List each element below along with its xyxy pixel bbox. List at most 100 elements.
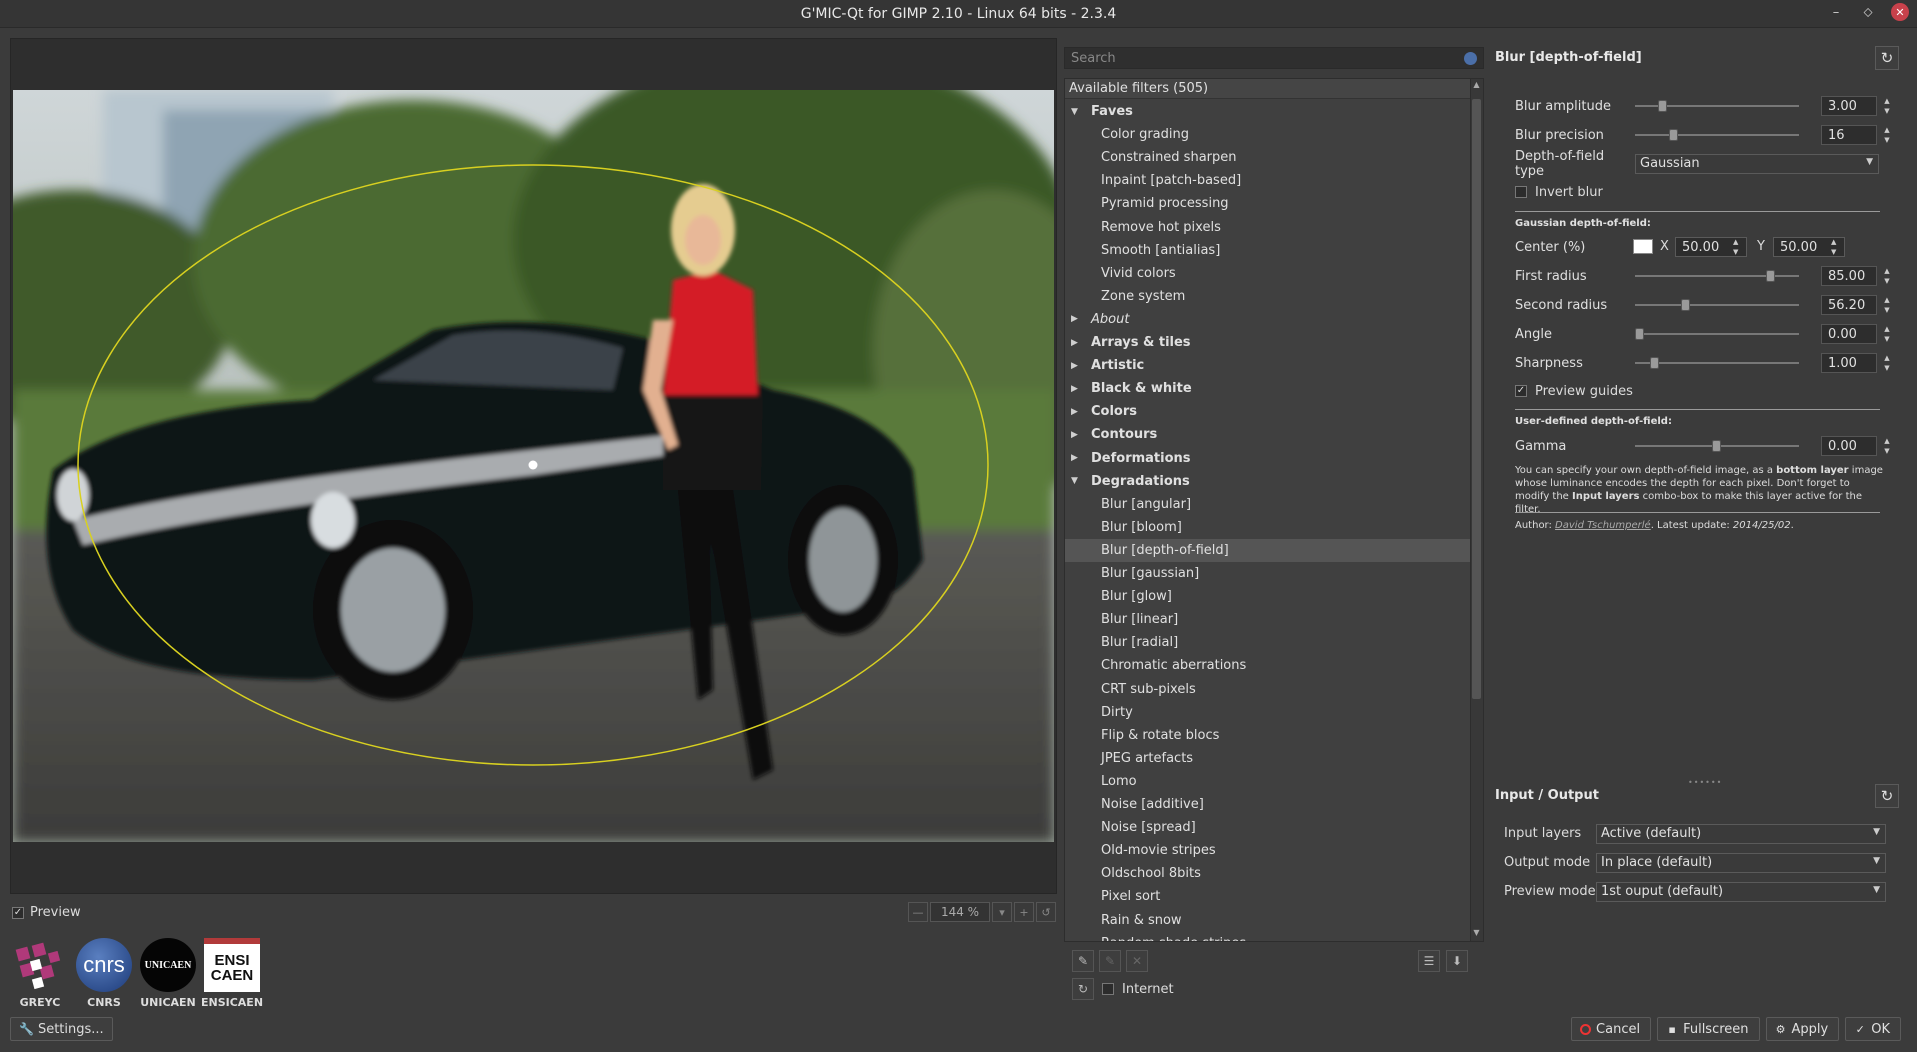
settings-button[interactable]: 🔧 Settings... (10, 1017, 113, 1041)
sharpness-slider[interactable] (1635, 355, 1799, 371)
first-radius-slider[interactable] (1635, 268, 1799, 284)
filter-item[interactable]: Blur [linear] (1065, 608, 1470, 631)
filter-category[interactable]: ▶ Artistic (1065, 354, 1470, 377)
filter-item[interactable]: Blur [depth-of-field] (1065, 538, 1470, 562)
filter-item[interactable]: Noise [spread] (1065, 816, 1470, 839)
blur-amplitude-slider[interactable] (1635, 98, 1799, 114)
collapsed-arrow-icon[interactable]: ▶ (1071, 361, 1083, 371)
filter-item[interactable]: Blur [radial] (1065, 631, 1470, 654)
filter-item[interactable]: Zone system (1065, 285, 1470, 308)
collapsed-arrow-icon[interactable]: ▶ (1071, 430, 1083, 440)
spin-arrows-icon[interactable]: ▲ ▼ (1881, 96, 1893, 116)
spin-arrows-icon[interactable]: ▲ ▼ (1831, 237, 1836, 257)
gamma-spinbox[interactable]: 0.00 (1821, 436, 1877, 456)
reset-params-icon[interactable]: ↻ (1875, 46, 1899, 70)
filter-item[interactable]: JPEG artefacts (1065, 747, 1470, 770)
filter-category[interactable]: ▼ Faves (1065, 100, 1470, 123)
toggle-visibility-button[interactable]: ☰ (1418, 950, 1440, 972)
collapsed-arrow-icon[interactable]: ▶ (1071, 314, 1083, 324)
remove-fave-button[interactable]: ✕ (1126, 950, 1148, 972)
expand-collapse-icon[interactable]: ⬇ (1446, 950, 1468, 972)
internet-checkbox[interactable] (1102, 983, 1114, 995)
scrollbar-thumb[interactable] (1472, 99, 1481, 699)
search-input[interactable]: Search (1064, 47, 1484, 69)
preview-toggle[interactable]: ✓ Preview (12, 905, 81, 920)
filter-item[interactable]: Pixel sort (1065, 885, 1470, 908)
spin-arrows-icon[interactable]: ▲ ▼ (1733, 237, 1738, 257)
minimize-icon[interactable]: – (1827, 3, 1845, 21)
filter-item[interactable]: Inpaint [patch-based] (1065, 169, 1470, 192)
filter-category[interactable]: ▶ Arrays & tiles (1065, 331, 1470, 354)
filter-item[interactable]: Color grading (1065, 123, 1470, 146)
filter-category[interactable]: ▶ Deformations (1065, 447, 1470, 470)
blur-precision-slider[interactable] (1635, 127, 1799, 143)
filter-category[interactable]: ▶ Contours (1065, 423, 1470, 446)
filter-item[interactable]: Oldschool 8bits (1065, 862, 1470, 885)
filter-item[interactable]: Rain & snow (1065, 909, 1470, 932)
filter-item[interactable]: Noise [additive] (1065, 793, 1470, 816)
apply-button[interactable]: ⚙ Apply (1765, 1017, 1840, 1041)
filter-item[interactable]: Blur [angular] (1065, 493, 1470, 516)
preview-area[interactable] (10, 38, 1057, 894)
filter-item[interactable]: Blur [glow] (1065, 585, 1470, 608)
angle-spinbox[interactable]: 0.00 (1821, 324, 1877, 344)
filter-item[interactable]: Blur [gaussian] (1065, 562, 1470, 585)
reset-io-icon[interactable]: ↻ (1875, 784, 1899, 808)
filter-tree[interactable]: Available filters (505) ▼ Faves Color grad… (1064, 78, 1484, 942)
blur-amplitude-spinbox[interactable]: 3.00 (1821, 96, 1877, 116)
output-mode-select[interactable]: In place (default) ▼ (1596, 853, 1886, 873)
filter-item[interactable]: Vivid colors (1065, 262, 1470, 285)
filter-item[interactable]: Old-movie stripes (1065, 839, 1470, 862)
zoom-fit-button[interactable]: — (908, 902, 928, 922)
filter-category[interactable]: ▶ Colors (1065, 400, 1470, 423)
filter-item[interactable]: Smooth [antialias] (1065, 239, 1470, 262)
fullscreen-button[interactable]: ▪ Fullscreen (1657, 1017, 1760, 1041)
expanded-arrow-icon[interactable]: ▼ (1071, 476, 1083, 486)
zoom-reset-button[interactable]: ↺ (1036, 902, 1056, 922)
filter-item[interactable]: Dirty (1065, 701, 1470, 724)
refresh-icon[interactable]: ↻ (1072, 978, 1094, 1000)
sharpness-spinbox[interactable]: 1.00 (1821, 353, 1877, 373)
collapsed-arrow-icon[interactable]: ▶ (1071, 384, 1083, 394)
filter-tree-scrollbar[interactable]: ▲ ▼ (1470, 79, 1483, 941)
filter-category[interactable]: ▶ Black & white (1065, 377, 1470, 400)
first-radius-spinbox[interactable]: 85.00 (1821, 266, 1877, 286)
blur-precision-spinbox[interactable]: 16 (1821, 125, 1877, 145)
scroll-up-icon[interactable]: ▲ (1471, 80, 1482, 92)
add-fave-button[interactable]: ✎ (1072, 950, 1094, 972)
gamma-slider[interactable] (1635, 438, 1799, 454)
zoom-dropdown-icon[interactable]: ▾ (992, 902, 1012, 922)
second-radius-spinbox[interactable]: 56.20 (1821, 295, 1877, 315)
collapsed-arrow-icon[interactable]: ▶ (1071, 407, 1083, 417)
collapsed-arrow-icon[interactable]: ▶ (1071, 338, 1083, 348)
preview-image[interactable] (13, 90, 1054, 842)
search-icon[interactable] (1464, 52, 1477, 65)
close-icon[interactable]: ✕ (1891, 3, 1909, 21)
filter-item[interactable]: Chromatic aberrations (1065, 654, 1470, 677)
scroll-down-icon[interactable]: ▼ (1471, 928, 1482, 940)
second-radius-slider[interactable] (1635, 297, 1799, 313)
center-color-swatch[interactable] (1633, 239, 1653, 254)
spin-arrows-icon[interactable]: ▲ ▼ (1881, 295, 1893, 315)
zoom-input[interactable]: 144 % (930, 902, 990, 922)
filter-item[interactable]: Flip & rotate blocs (1065, 724, 1470, 747)
spin-arrows-icon[interactable]: ▲ ▼ (1881, 353, 1893, 373)
filter-item[interactable]: Constrained sharpen (1065, 146, 1470, 169)
preview-guides-row[interactable]: ✓ Preview guides (1515, 379, 1895, 403)
filter-item[interactable]: Pyramid processing (1065, 192, 1470, 215)
filter-item[interactable]: Lomo (1065, 770, 1470, 793)
rename-fave-button[interactable]: ✎ (1099, 950, 1121, 972)
spin-arrows-icon[interactable]: ▲ ▼ (1881, 125, 1893, 145)
invert-blur-row[interactable]: Invert blur (1515, 180, 1895, 204)
angle-slider[interactable] (1635, 326, 1799, 342)
filter-item[interactable]: CRT sub-pixels (1065, 678, 1470, 701)
filter-item[interactable]: Remove hot pixels (1065, 216, 1470, 239)
spin-arrows-icon[interactable]: ▲ ▼ (1881, 324, 1893, 344)
spin-arrows-icon[interactable]: ▲ ▼ (1881, 436, 1893, 456)
restore-icon[interactable]: ⬦ (1859, 3, 1877, 21)
preview-guides-checkbox[interactable]: ✓ (1515, 385, 1527, 397)
preview-mode-select[interactable]: 1st ouput (default) ▼ (1596, 882, 1886, 902)
zoom-in-button[interactable]: + (1014, 902, 1034, 922)
filter-item[interactable]: Random shade stripes (1065, 932, 1470, 941)
collapsed-arrow-icon[interactable]: ▶ (1071, 453, 1083, 463)
